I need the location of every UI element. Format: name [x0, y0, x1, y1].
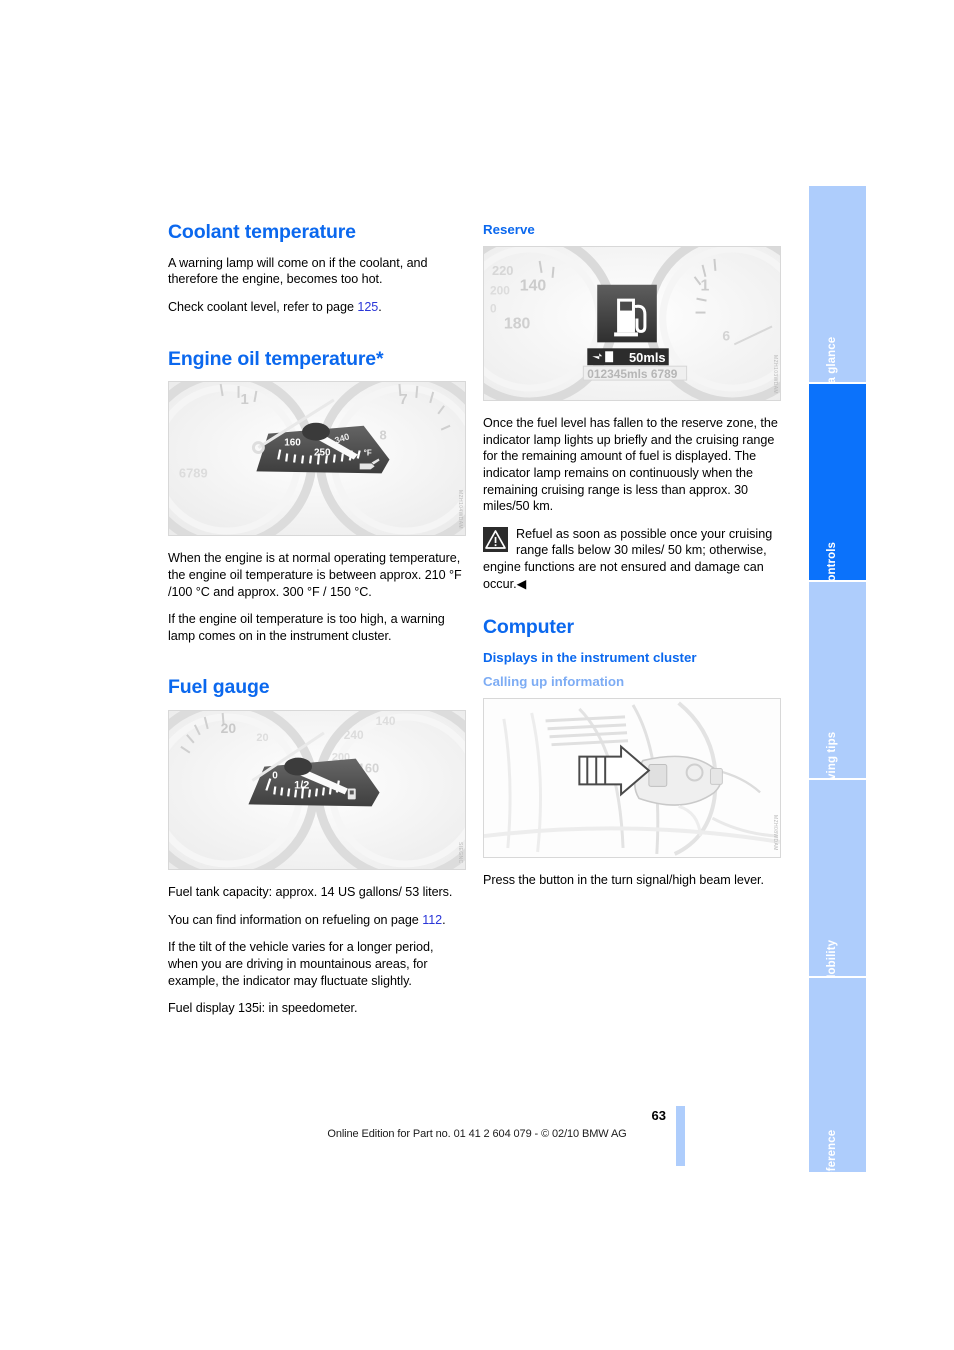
figure-oil-temperature-gauge: 1 7 8 6789 160 250 340 °F MZH104WDAM: [168, 381, 466, 537]
svg-text:140: 140: [520, 278, 547, 295]
paragraph-reserve-description: Once the fuel level has fallen to the re…: [483, 416, 778, 514]
svg-text:0: 0: [490, 302, 497, 316]
svg-text:50mls: 50mls: [629, 350, 666, 365]
figure-code: MZH104WDAM: [457, 490, 463, 530]
svg-text:20: 20: [256, 732, 268, 744]
paragraph-fuel-display-135i: Fuel display 135i: in speedometer.: [168, 1001, 358, 1016]
svg-text:7: 7: [399, 392, 407, 408]
figure-fuel-gauge: 20 20 240 200 160 140 0 1/2 SIEGNC: [168, 710, 466, 871]
section-tab-rail: At a glance Controls Driving tips Mobili…: [809, 186, 866, 1186]
figure-code: MZH08WDAM: [772, 814, 778, 851]
warning-text: Refuel as soon as possible once your cru…: [483, 526, 773, 591]
figure-fuel-reserve-display: 220 200 0 140 180 1 6 50mls 012345mls 67…: [483, 246, 781, 402]
paragraph-coolant-check-level: Check coolant level, refer to page 125.: [168, 299, 466, 316]
left-text-column: Coolant temperature A warning lamp will …: [168, 221, 466, 1028]
paragraph-press-button: Press the button in the turn signal/high…: [483, 872, 764, 887]
svg-text:8: 8: [380, 428, 387, 443]
right-text-column: Reserve 220 200 0 140 180 1 6 50mls 0123…: [483, 222, 781, 899]
svg-text:250: 250: [314, 448, 331, 459]
svg-text:012345mls 6789: 012345mls 6789: [587, 367, 677, 381]
heading-computer: Computer: [483, 616, 574, 639]
sidebar-tab-mobility[interactable]: Mobility: [809, 780, 866, 984]
paragraph-tilt-fluctuation: If the tilt of the vehicle varies for a …: [168, 940, 434, 988]
paragraph-oil-normal-range: When the engine is at normal operating t…: [168, 551, 462, 599]
heading-displays-in-instrument-cluster: Displays in the instrument cluster: [483, 650, 697, 666]
svg-text:1/2: 1/2: [294, 780, 309, 792]
heading-calling-up-information: Calling up information: [483, 674, 625, 690]
figure-code: MZH103WDAM: [772, 355, 778, 395]
paragraph-fuel-capacity: Fuel tank capacity: approx. 14 US gallon…: [168, 885, 453, 900]
heading-coolant-temperature: Coolant temperature: [168, 221, 356, 243]
svg-text:200: 200: [490, 284, 510, 298]
svg-text:180: 180: [504, 316, 531, 333]
svg-text:1: 1: [241, 392, 249, 408]
paragraph-oil-too-high: If the engine oil temperature is too hig…: [168, 612, 445, 643]
svg-text:1: 1: [701, 278, 710, 295]
figure-turn-signal-lever: MZH08WDAM: [483, 697, 781, 858]
oil-temperature-gauge-illustration: 1 7 8 6789 160 250 340 °F: [169, 382, 465, 536]
turn-signal-lever-illustration: [484, 698, 780, 857]
text-before-xref: You can find information on refueling on…: [168, 912, 423, 927]
paragraph-refueling-reference: You can find information on refueling on…: [168, 912, 466, 929]
fuel-reserve-display-illustration: 220 200 0 140 180 1 6 50mls 012345mls 67…: [484, 247, 780, 401]
page-cross-reference-125[interactable]: 125: [357, 300, 378, 314]
svg-text:140: 140: [376, 714, 396, 728]
paragraph-coolant-warning: A warning lamp will come on if the coola…: [168, 255, 428, 287]
svg-text:160: 160: [284, 438, 301, 449]
figure-code: SIEGNC: [457, 841, 463, 864]
warning-triangle-icon: [483, 526, 508, 552]
svg-text:6: 6: [722, 328, 730, 344]
text-after-xref: .: [378, 300, 382, 315]
sidebar-tab-controls[interactable]: Controls: [809, 384, 866, 590]
page-number: 63: [651, 1108, 666, 1123]
sidebar-tab-reference[interactable]: Reference: [809, 978, 866, 1186]
footer-edition-notice: Online Edition for Part no. 01 41 2 604 …: [327, 1128, 627, 1140]
heading-reserve: Reserve: [483, 222, 535, 237]
text-after-xref: .: [442, 912, 446, 927]
warning-block-refuel: Refuel as soon as possible once your cru…: [483, 526, 781, 592]
svg-text:240: 240: [344, 728, 364, 742]
svg-text:6789: 6789: [179, 466, 208, 481]
fuel-gauge-illustration: 20 20 240 200 160 140 0 1/2: [169, 711, 465, 870]
svg-text:°F: °F: [364, 449, 372, 458]
warning-end-marker: ◀: [516, 576, 527, 591]
sidebar-tab-at-a-glance[interactable]: At a glance: [809, 186, 866, 399]
svg-text:220: 220: [492, 263, 514, 278]
page-cross-reference-112[interactable]: 112: [422, 913, 442, 927]
text-before-xref: Check coolant level, refer to page: [168, 300, 358, 315]
svg-text:20: 20: [221, 720, 237, 736]
heading-fuel-gauge: Fuel gauge: [168, 676, 270, 699]
sidebar-tab-driving-tips[interactable]: Driving tips: [809, 582, 866, 796]
heading-engine-oil-temperature: Engine oil temperature*: [168, 347, 384, 370]
svg-text:0: 0: [272, 771, 278, 782]
